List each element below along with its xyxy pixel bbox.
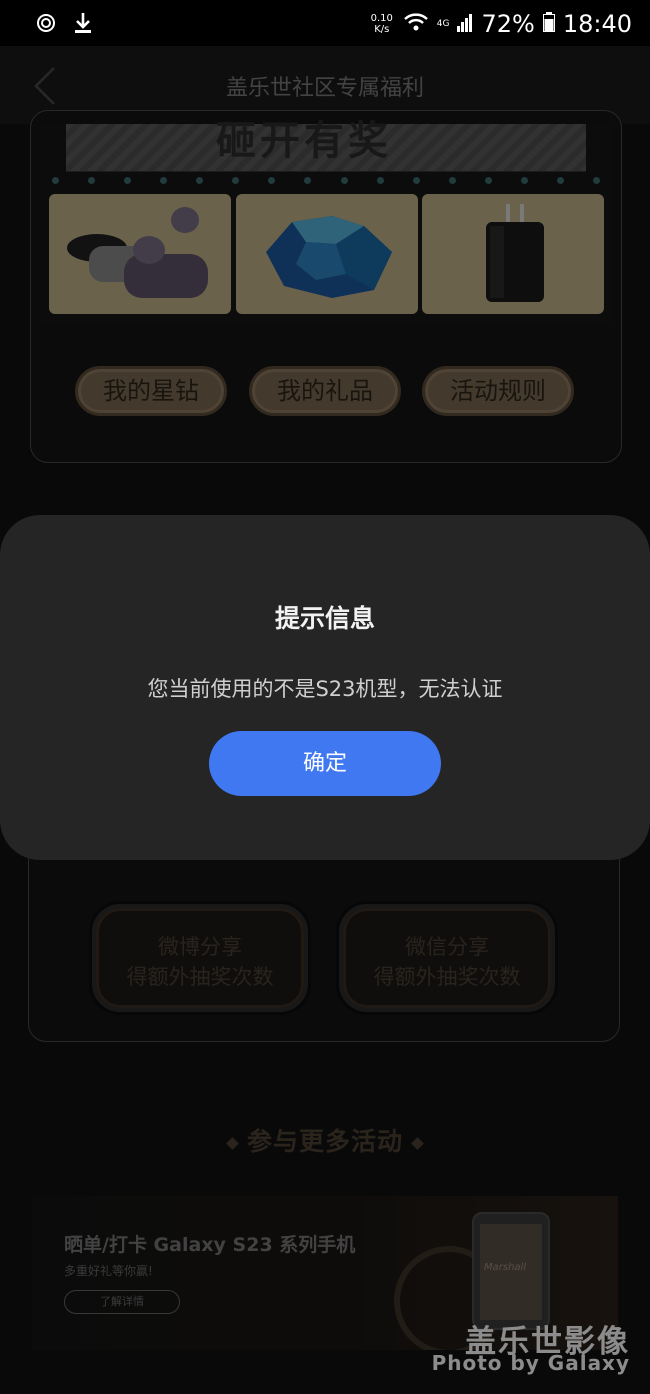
dialog-title: 提示信息 xyxy=(274,604,375,633)
confirm-button[interactable]: 确定 xyxy=(209,731,441,796)
alert-dialog: 提示信息 您当前使用的不是S23机型，无法认证 确定 xyxy=(0,515,650,860)
network-type: 4G xyxy=(436,18,450,29)
wifi-icon xyxy=(403,10,429,38)
status-bar: 0.10 K/s 4G 72% 18:40 xyxy=(0,0,650,46)
app-root: 0.10 K/s 4G 72% 18:40 盖乐世社区专属福利 砸开有奖 我的星… xyxy=(0,0,650,1394)
app-notification-icon xyxy=(36,13,56,37)
download-icon xyxy=(74,12,92,38)
network-speed: 0.10 K/s xyxy=(370,13,393,35)
dialog-message: 您当前使用的不是S23机型，无法认证 xyxy=(147,677,503,701)
clock: 18:40 xyxy=(562,10,632,38)
battery-icon xyxy=(542,10,555,38)
signal-icon xyxy=(457,10,473,38)
battery-percent: 72% xyxy=(481,10,535,38)
